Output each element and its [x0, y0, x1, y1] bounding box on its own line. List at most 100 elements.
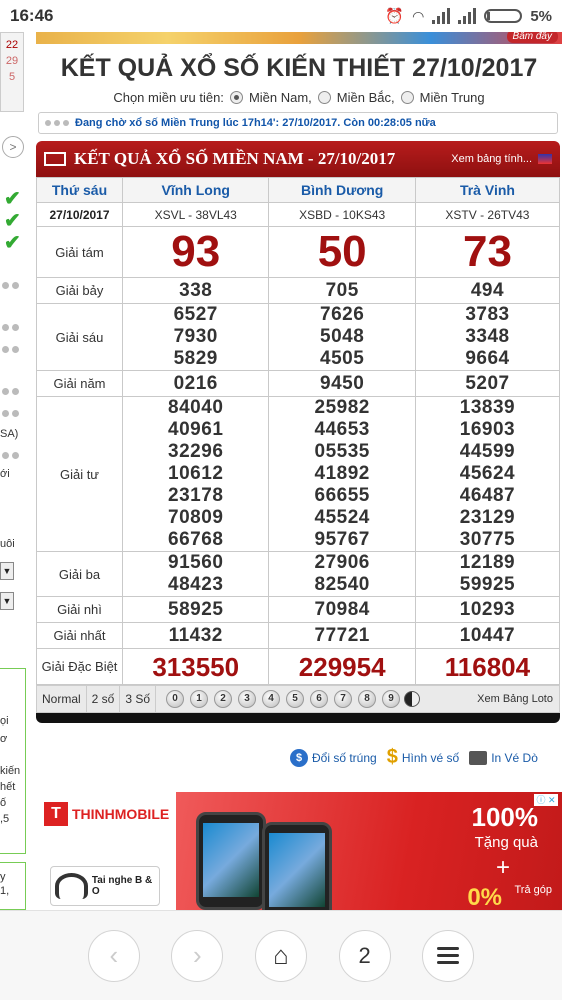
- prize-number: 44653: [314, 419, 370, 440]
- ad-offer-text: Tặng quà: [474, 834, 538, 851]
- prize-number: 116804: [444, 651, 531, 682]
- prize-label: Giải nhất: [36, 622, 123, 649]
- sidebar-text: 1,: [0, 885, 10, 897]
- tab-normal[interactable]: Normal: [37, 686, 87, 712]
- prize-label: Giải năm: [36, 370, 123, 397]
- dollar-icon: $: [386, 746, 398, 768]
- ad-logo: T THINHMOBILE: [44, 802, 169, 826]
- digit-button[interactable]: 9: [382, 690, 401, 708]
- prize-number: 10293: [459, 598, 516, 620]
- calendar-date[interactable]: 29: [1, 53, 23, 69]
- prize-row: Giải tám 93 50 73: [36, 226, 561, 278]
- digit-button[interactable]: 4: [262, 690, 281, 708]
- calendar-date[interactable]: 5: [1, 69, 23, 85]
- prize-number: 32296: [168, 441, 224, 462]
- home-button[interactable]: ⌂: [254, 929, 307, 982]
- prize-row: Giải ba 91560 48423 27906 82540 12189 59925: [36, 551, 561, 597]
- prize-row: Giải tư 84040 40961 32296 10612 23178 70809 667…: [36, 396, 561, 552]
- tab-2-so[interactable]: 2 số: [87, 686, 121, 712]
- digit-button[interactable]: 0: [166, 690, 185, 708]
- prize-cell: 7626 5048 4505: [268, 303, 416, 371]
- prize-number: 10447: [459, 624, 516, 646]
- ticket-image-link[interactable]: $ Hình vé số: [387, 746, 460, 769]
- action-links: $ Đổi số trúng $ Hình vé số In Vé Dò: [290, 746, 562, 769]
- dropdown-arrow-icon[interactable]: ▼: [0, 562, 14, 580]
- yin-yang-icon[interactable]: [404, 691, 421, 707]
- prize-label: Giải sáu: [36, 303, 123, 371]
- ad-left: T THINHMOBILE Tai nghe B & O: [36, 792, 176, 910]
- prize-label: Giải Đặc Biệt: [36, 648, 123, 685]
- ad-red-panel: 100% Tặng quà + 0% Trả góp ⓘ ✕: [176, 792, 562, 910]
- printer-icon: [469, 750, 488, 765]
- digit-button[interactable]: 7: [334, 690, 353, 708]
- prize-cell: 13839 16903 44599 45624 46487 23129 30775: [414, 396, 561, 552]
- dropdown-arrow-icon[interactable]: ▼: [0, 592, 14, 610]
- prize-row: Giải nhất 11432 77721 10447: [36, 622, 561, 649]
- draw-date: 27/10/2017: [36, 202, 123, 227]
- sidebar-text: hết: [0, 781, 16, 793]
- digit-button[interactable]: 6: [310, 690, 329, 708]
- tab-count: 2: [358, 942, 371, 968]
- prize-number: 5829: [173, 348, 218, 369]
- number-filter-bar: Normal 2 số 3 Số 0123456789 Xem Bảng Lot…: [36, 685, 560, 713]
- prize-number: 84040: [168, 397, 224, 418]
- digit-button[interactable]: 2: [214, 690, 233, 708]
- radio-label: Miền Nam,: [248, 90, 312, 105]
- ad-plus: +: [495, 854, 510, 881]
- sidebar-text: ,5: [0, 813, 10, 825]
- digit-button[interactable]: 1: [190, 690, 209, 708]
- chevron-left-icon: ‹: [109, 940, 119, 970]
- exchange-link[interactable]: $ Đổi số trúng: [290, 748, 377, 767]
- top-banner[interactable]: Bấm đây: [36, 32, 562, 44]
- radio-mien-trung[interactable]: [400, 91, 414, 104]
- loto-link[interactable]: Xem Bảng Loto: [477, 693, 559, 705]
- prize-number: 30775: [459, 529, 516, 550]
- digit-buttons: 0123456789: [166, 690, 401, 708]
- results-card: KẾT QUẢ XỔ SỐ MIỀN NAM - 27/10/2017 Xem …: [36, 141, 561, 741]
- next-arrow-icon[interactable]: >: [2, 136, 24, 158]
- page-title: KẾT QUẢ XỔ SỐ KIẾN THIẾT 27/10/2017: [60, 54, 538, 82]
- province-header[interactable]: Bình Dương: [268, 177, 416, 203]
- prize-cell: 11432: [121, 622, 270, 649]
- prize-number: 66768: [168, 529, 224, 550]
- back-button[interactable]: ‹: [87, 929, 140, 982]
- banner-button[interactable]: Bấm đây: [506, 32, 558, 43]
- card-footer: [36, 713, 560, 723]
- advertisement[interactable]: T THINHMOBILE Tai nghe B & O 100% Tặng qu…: [36, 792, 562, 910]
- view-calc-link[interactable]: Xem bảng tính...: [451, 153, 532, 165]
- prize-cell: 5207: [414, 370, 561, 397]
- headphones-product[interactable]: Tai nghe B & O: [50, 866, 160, 906]
- sidebar-box: ọi ơ kiến hết ố ,5: [0, 668, 26, 854]
- digit-button[interactable]: 5: [286, 690, 305, 708]
- calendar-date[interactable]: 22: [1, 37, 23, 53]
- web-page: 22 29 5 > ✔ ✔ ✔ SA) ới uôi ▼ ▼ ọi ơ kiến…: [0, 32, 562, 910]
- tab-3-so[interactable]: 3 Số: [120, 686, 157, 712]
- prize-number: 46487: [459, 485, 516, 506]
- radio-mien-nam[interactable]: [229, 91, 243, 104]
- radio-mien-bac[interactable]: [317, 91, 331, 104]
- prize-cell: 73: [414, 226, 561, 278]
- prize-number: 23178: [168, 485, 224, 506]
- prize-number: 7930: [173, 326, 218, 347]
- prize-number: 25982: [314, 397, 370, 418]
- signal-icon-2: [458, 8, 477, 24]
- prize-number: 3783: [465, 304, 510, 325]
- prize-row: Giải sáu 6527 7930 5829 7626 5048 4505 3783 3348…: [36, 303, 561, 371]
- province-header[interactable]: Trà Vinh: [414, 177, 561, 203]
- menu-button[interactable]: [422, 929, 475, 982]
- prize-cell: 10293: [414, 596, 561, 623]
- clock: 16:46: [10, 6, 54, 25]
- tabs-button[interactable]: 2: [338, 929, 391, 982]
- sidebar-box: y 1,: [0, 862, 26, 910]
- digit-button[interactable]: 3: [238, 690, 257, 708]
- link-label: In Vé Dò: [491, 750, 538, 765]
- province-header[interactable]: Vĩnh Long: [121, 177, 270, 203]
- waiting-text: Đang chờ xổ số Miền Trung lúc 17h14': 27…: [75, 117, 436, 129]
- dots-icon: [2, 410, 19, 417]
- forward-button[interactable]: ›: [171, 929, 224, 982]
- digit-button[interactable]: 8: [358, 690, 377, 708]
- print-link[interactable]: In Vé Dò: [469, 750, 538, 765]
- prize-cell: 84040 40961 32296 10612 23178 70809 66768: [121, 396, 270, 552]
- ad-info-close-icon[interactable]: ⓘ ✕: [534, 794, 558, 806]
- prize-number: 59925: [459, 574, 516, 595]
